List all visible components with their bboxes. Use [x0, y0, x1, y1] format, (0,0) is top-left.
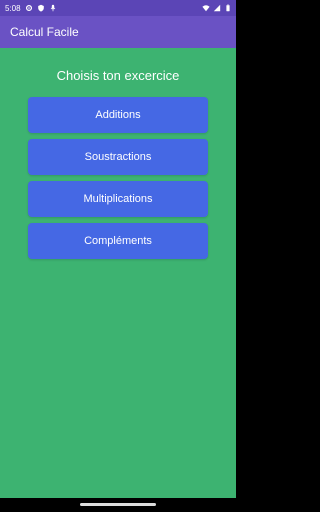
- battery-icon: [224, 4, 232, 12]
- app-title: Calcul Facile: [10, 25, 79, 39]
- page-heading: Choisis ton excercice: [56, 68, 180, 83]
- status-bar: 5:08: [0, 0, 236, 16]
- soustractions-button[interactable]: Soustractions: [28, 139, 208, 175]
- multiplications-button-label: Multiplications: [83, 193, 153, 205]
- complements-button[interactable]: Compléments: [28, 223, 208, 259]
- mic-icon: [49, 4, 57, 12]
- soustractions-button-label: Soustractions: [84, 151, 152, 163]
- home-gesture-handle[interactable]: [80, 503, 156, 506]
- main-content: Choisis ton excercice Additions Soustrac…: [0, 48, 236, 498]
- additions-button[interactable]: Additions: [28, 97, 208, 133]
- status-time: 5:08: [5, 3, 21, 13]
- shield-icon: [37, 4, 45, 12]
- settings-icon: [25, 4, 33, 12]
- additions-button-label: Additions: [95, 109, 141, 121]
- signal-icon: [213, 4, 221, 12]
- multiplications-button[interactable]: Multiplications: [28, 181, 208, 217]
- complements-button-label: Compléments: [84, 235, 152, 247]
- app-bar: Calcul Facile: [0, 16, 236, 48]
- navigation-bar: [0, 498, 236, 512]
- wifi-icon: [202, 4, 210, 12]
